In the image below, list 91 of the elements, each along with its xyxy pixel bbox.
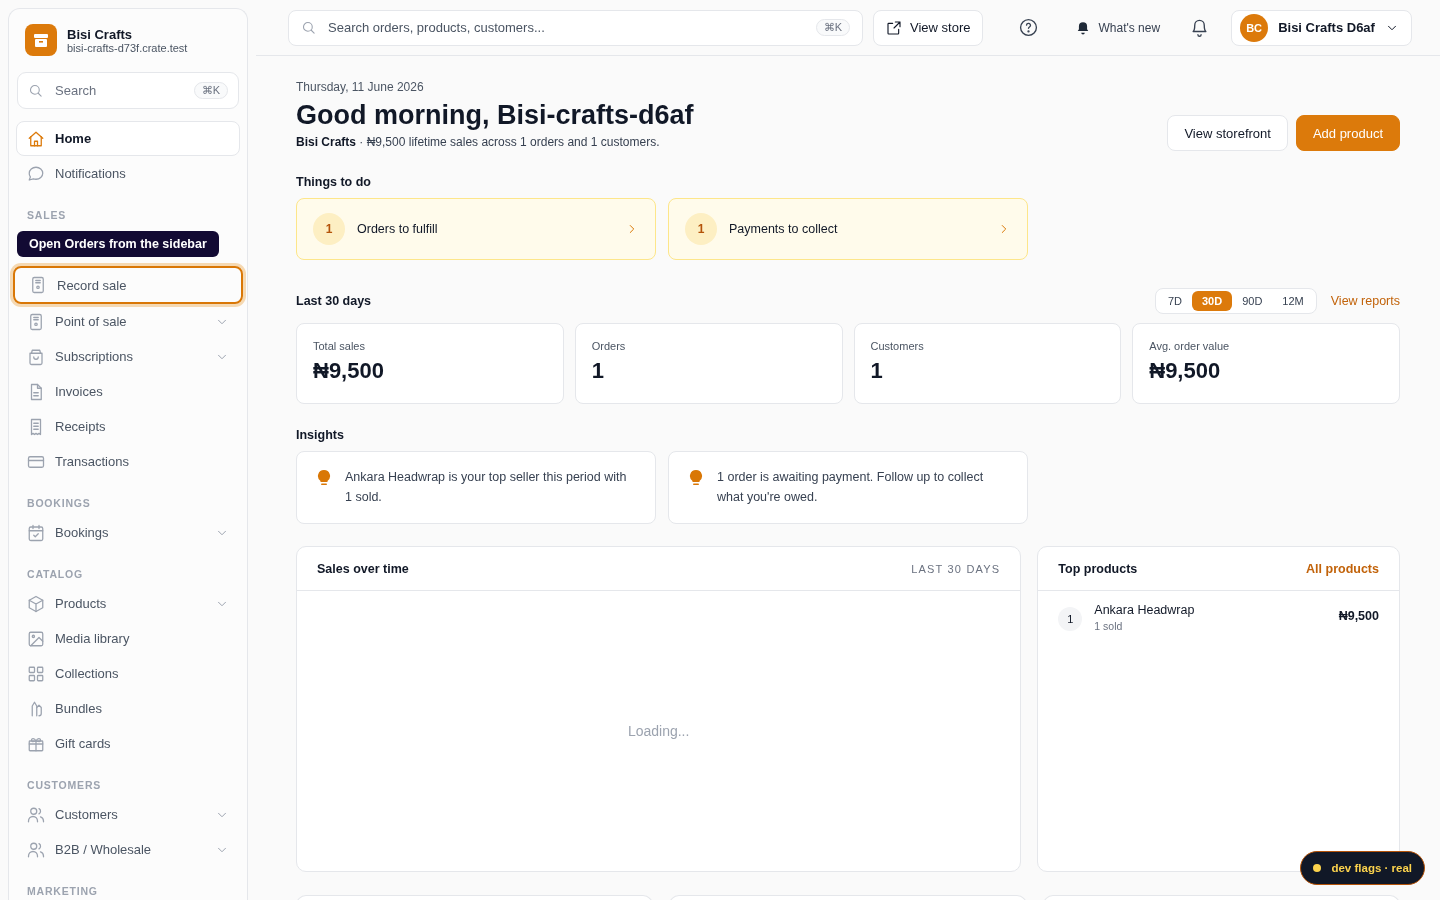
sidebar-item[interactable]: Bookings	[16, 515, 240, 550]
dev-flags-badge[interactable]: dev flags · real	[1300, 851, 1425, 885]
external-link-icon	[886, 19, 902, 36]
task-label: Orders to fulfill	[357, 222, 439, 236]
sidebar-item[interactable]: B2B / Wholesale	[16, 832, 240, 867]
help-icon	[1019, 18, 1039, 37]
search-input[interactable]: Search orders, products, customers...	[326, 19, 806, 36]
receipt-icon	[27, 312, 45, 331]
bell-icon	[1190, 18, 1210, 37]
image-icon	[27, 629, 45, 648]
page-heading: Good morning, Bisi-crafts-d6af	[296, 100, 694, 131]
section-heading: MARKETING	[26, 885, 99, 897]
insight-text: Ankara Headwrap is your top seller this period with 1 sold.	[345, 469, 628, 506]
task-label: Payments to collect	[729, 222, 839, 236]
store-name: Bisi Crafts	[67, 26, 134, 42]
range-label: LAST 30 DAYS	[911, 562, 1001, 575]
sidebar-item[interactable]: Point of sale	[16, 304, 240, 339]
house-icon	[27, 129, 45, 148]
view-reports-link[interactable]: View reports	[1330, 294, 1400, 308]
period-tab[interactable]: 90D	[1232, 291, 1273, 311]
secondary-button[interactable]: View storefront	[1167, 115, 1288, 151]
sidebar-item[interactable]: Home	[16, 121, 240, 156]
people-icon	[27, 805, 45, 824]
sidebar-item[interactable]: Receipts	[16, 409, 240, 444]
section-heading: SALES	[26, 209, 67, 221]
task-card[interactable]: 1 Payments to collect	[668, 198, 1028, 260]
loading-text: Loading...	[627, 723, 690, 739]
avatar: BC	[1240, 13, 1269, 42]
stat-label: Orders	[591, 340, 627, 352]
search-icon	[301, 20, 316, 35]
shortcut-hint: ⌘K	[815, 19, 850, 36]
section-heading: BOOKINGS	[26, 497, 92, 509]
lightbulb-icon	[317, 469, 331, 487]
grid-icon	[27, 664, 45, 683]
product-name: Ankara Headwrap	[1094, 603, 1195, 617]
sidebar-item[interactable]: Invoices	[16, 374, 240, 409]
sidebar-item[interactable]: Notifications	[16, 156, 240, 191]
product-amount: ₦9,500	[1338, 609, 1379, 623]
card-title: Sales over time	[317, 561, 409, 576]
store-domain: bisi-crafts-d73f.crate.test	[67, 41, 188, 54]
sidebar-item[interactable]: Bundles	[16, 691, 240, 726]
sidebar-item[interactable]: Media library	[16, 621, 240, 656]
tooltip: Open Orders from the sidebar	[17, 231, 219, 257]
account-menu[interactable]: BC Bisi Crafts D6af	[1231, 9, 1412, 46]
rank-badge: 1	[1058, 607, 1083, 631]
sidebar-item[interactable]: Subscriptions	[16, 339, 240, 374]
calendar-icon	[27, 523, 45, 542]
period-tab[interactable]: 7D	[1157, 291, 1192, 311]
sidebar-item[interactable]: Products	[16, 586, 240, 621]
sold-count: 1 sold	[1094, 620, 1124, 632]
bag-icon	[27, 347, 45, 366]
card-title: Top products	[1058, 561, 1138, 576]
search-icon	[28, 83, 43, 98]
stat-value: 1	[591, 358, 605, 384]
stat-value: ₦9,500	[1149, 358, 1222, 384]
search-field[interactable]: Search ⌘K	[17, 72, 239, 109]
bell-icon	[1076, 20, 1091, 35]
chat-bubble-icon	[27, 164, 45, 183]
stat-label: Total sales	[313, 340, 366, 352]
store-logo-icon	[25, 24, 57, 56]
sidebar-item[interactable]: Transactions	[16, 444, 240, 479]
cube-icon	[27, 594, 45, 613]
sidebar-item[interactable]: Gift cards	[16, 726, 240, 761]
lightbulb-icon	[689, 469, 703, 487]
stat-value: ₦9,500	[313, 358, 385, 384]
task-card[interactable]: 1 Orders to fulfill	[296, 198, 656, 260]
search-field[interactable]: Search orders, products, customers... ⌘K	[288, 9, 863, 46]
section-heading: Things to do	[296, 175, 372, 189]
summary-text: Bisi Crafts · ₦9,500 lifetime sales across 1 orders and 1 customers.	[296, 135, 661, 149]
stat-label: Avg. order value	[1149, 340, 1231, 352]
view-store-button[interactable]: View store	[873, 9, 984, 46]
sidebar-item[interactable]: Collections	[16, 656, 240, 691]
section-heading: Insights	[296, 428, 345, 442]
insight-text: 1 order is awaiting payment. Follow up to collect what you're owed.	[717, 469, 985, 506]
stat-label: Customers	[870, 340, 925, 352]
receipt-icon	[29, 276, 47, 294]
all-products-link[interactable]: All products	[1306, 561, 1379, 576]
count-badge: 1	[685, 213, 717, 245]
whats-new-button[interactable]: What's new	[1070, 14, 1167, 41]
sidebar-item[interactable]: Customers	[16, 797, 240, 832]
period-tab[interactable]: 12M	[1272, 291, 1314, 311]
sidebar-item[interactable]: Record sale	[13, 266, 243, 304]
search-input[interactable]: Search	[53, 82, 184, 99]
date-text: Thursday, 11 June 2026	[296, 80, 425, 94]
shortcut-hint: ⌘K	[193, 82, 228, 99]
count-badge: 1	[313, 213, 345, 245]
people-icon	[27, 840, 45, 859]
section-heading: Last 30 days	[296, 294, 372, 308]
section-heading: CUSTOMERS	[26, 779, 103, 791]
section-heading: CATALOG	[26, 568, 84, 580]
stat-value: 1	[870, 358, 884, 384]
